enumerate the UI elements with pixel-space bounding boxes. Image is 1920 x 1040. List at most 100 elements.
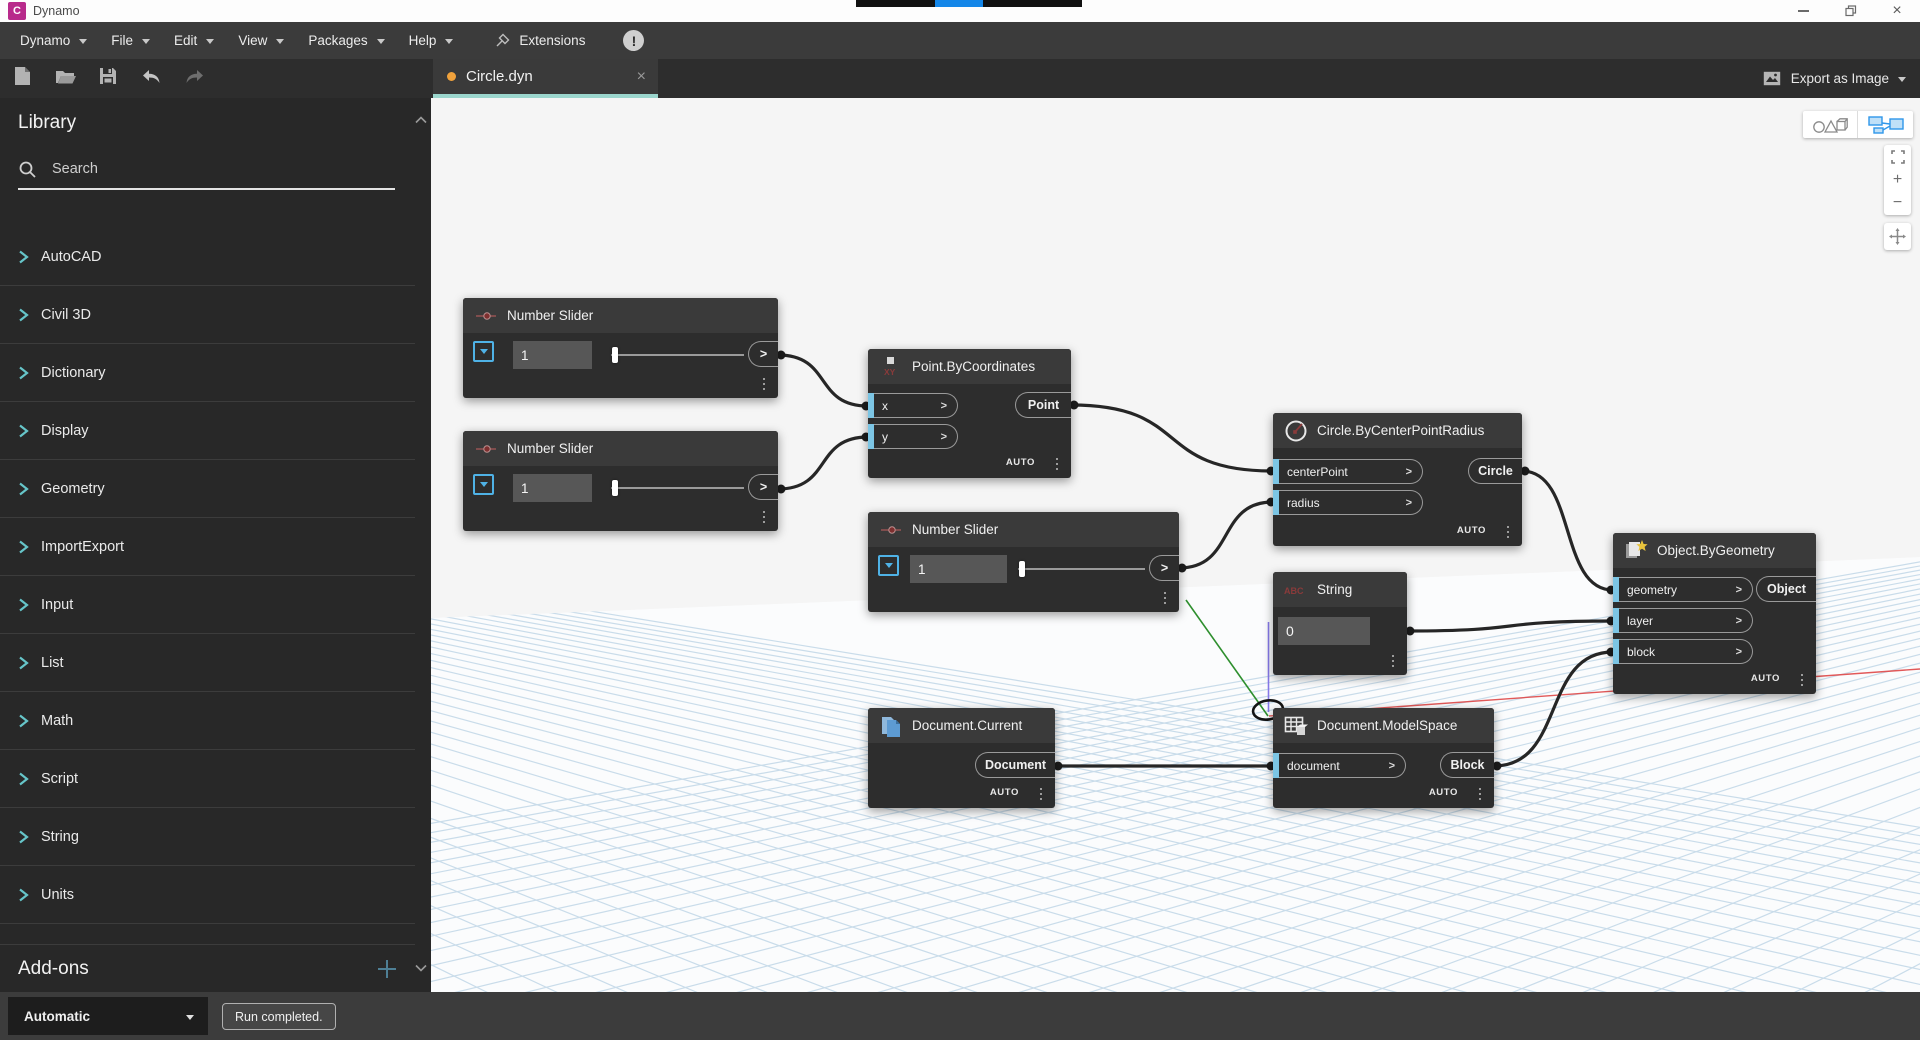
output-port[interactable]: > — [748, 341, 778, 367]
node-number-slider-3[interactable]: Number Slider > — [868, 512, 1179, 612]
input-port-geometry[interactable]: geometry> — [1619, 577, 1753, 602]
library-search[interactable] — [18, 150, 395, 190]
node-context-menu-icon[interactable] — [1507, 526, 1510, 539]
run-mode-dropdown[interactable]: Automatic — [8, 997, 208, 1035]
output-port-circle[interactable]: Circle — [1468, 458, 1522, 484]
node-context-menu-icon[interactable] — [1040, 788, 1043, 801]
slider-dropdown-button[interactable] — [473, 474, 494, 495]
library-category-script[interactable]: Script — [0, 750, 415, 808]
node-header[interactable]: Number Slider — [463, 431, 778, 466]
library-category-math[interactable]: Math — [0, 692, 415, 750]
node-point-bycoordinates[interactable]: XYPoint.ByCoordinatesx>y>PointAUTO — [868, 349, 1071, 478]
node-context-menu-icon[interactable] — [763, 378, 766, 391]
tab-close-icon[interactable]: × — [637, 69, 646, 85]
node-context-menu-icon[interactable] — [1801, 674, 1804, 687]
library-category-importexport[interactable]: ImportExport — [0, 518, 415, 576]
node-document-current[interactable]: Document.CurrentDocumentAUTO — [868, 708, 1055, 808]
save-button[interactable] — [98, 69, 118, 89]
node-context-menu-icon[interactable] — [763, 511, 766, 524]
input-port-y[interactable]: y> — [874, 424, 958, 449]
wire[interactable] — [1179, 502, 1273, 568]
pan-button[interactable] — [1884, 223, 1911, 250]
output-port[interactable]: > — [748, 474, 778, 500]
undo-button[interactable] — [141, 69, 161, 89]
redo-button[interactable] — [184, 69, 204, 89]
slider-value-input[interactable] — [910, 555, 1007, 583]
node-circle-bycenterpointradius[interactable]: Circle.ByCenterPointRadius centerPoint> ra… — [1273, 413, 1522, 546]
node-header[interactable]: XYPoint.ByCoordinates — [868, 349, 1071, 384]
slider-track[interactable] — [1018, 568, 1145, 570]
node-context-menu-icon[interactable] — [1479, 788, 1482, 801]
slider-track[interactable] — [611, 354, 744, 356]
input-port-document[interactable]: document> — [1279, 753, 1406, 778]
input-port-x[interactable]: x> — [874, 393, 958, 418]
library-category-units[interactable]: Units — [0, 866, 415, 924]
wire[interactable] — [1071, 405, 1273, 471]
node-number-slider-2[interactable]: Number Slider > — [463, 431, 778, 531]
scroll-down-icon[interactable] — [413, 960, 429, 976]
input-port-layer[interactable]: layer> — [1619, 608, 1753, 633]
output-port-object[interactable]: Object — [1756, 576, 1816, 602]
menu-item-extensions[interactable]: Extensions — [483, 22, 597, 59]
library-category-dictionary[interactable]: Dictionary — [0, 344, 415, 402]
search-input[interactable] — [52, 161, 352, 177]
node-number-slider-1[interactable]: Number Slider > — [463, 298, 778, 398]
zoom-out-button[interactable]: − — [1884, 192, 1911, 215]
library-category-input[interactable]: Input — [0, 576, 415, 634]
slider-track[interactable] — [611, 487, 744, 489]
wire[interactable] — [778, 437, 868, 489]
zoom-in-button[interactable]: + — [1884, 168, 1911, 191]
node-context-menu-icon[interactable] — [1164, 592, 1167, 605]
input-port-radius[interactable]: radius> — [1279, 490, 1423, 515]
node-document-modelspace[interactable]: Document.ModelSpacedocument>BlockAUTO — [1273, 708, 1494, 808]
node-context-menu-icon[interactable] — [1392, 655, 1395, 668]
scroll-up-icon[interactable] — [413, 112, 429, 128]
slider-value-input[interactable] — [513, 341, 592, 369]
menu-item-dynamo[interactable]: Dynamo — [8, 22, 99, 59]
slider-dropdown-button[interactable] — [473, 341, 494, 362]
notification-icon[interactable]: ! — [623, 30, 644, 51]
library-category-list[interactable]: List — [0, 634, 415, 692]
node-object-bygeometry[interactable]: Object.ByGeometrygeometry>layer>block>Ob… — [1613, 533, 1816, 694]
minimize-button[interactable] — [1788, 0, 1818, 22]
node-context-menu-icon[interactable] — [1056, 458, 1059, 471]
close-button[interactable]: × — [1882, 0, 1912, 22]
output-port-block[interactable]: Block — [1440, 752, 1494, 778]
tab-circle-dyn[interactable]: Circle.dyn × — [433, 59, 658, 98]
output-port[interactable]: > — [1149, 555, 1179, 581]
node-header[interactable]: ABCString — [1273, 572, 1407, 607]
library-category-string[interactable]: String — [0, 808, 415, 866]
output-port-point[interactable]: Point — [1015, 392, 1071, 418]
open-folder-button[interactable] — [55, 69, 75, 89]
export-as-image-button[interactable]: Export as Image — [1763, 59, 1906, 98]
menu-item-packages[interactable]: Packages — [296, 22, 396, 59]
node-header[interactable]: Document.ModelSpace — [1273, 708, 1494, 743]
fit-to-screen-button[interactable] — [1884, 145, 1911, 168]
library-category-autocad[interactable]: AutoCAD — [0, 228, 415, 286]
library-category-civil-3d[interactable]: Civil 3D — [0, 286, 415, 344]
menu-item-file[interactable]: File — [99, 22, 162, 59]
node-header[interactable]: Number Slider — [463, 298, 778, 333]
graph-canvas[interactable]: Number Slider>Number Slider>Number Slide… — [431, 98, 1920, 992]
graph-view-button[interactable] — [1858, 111, 1913, 138]
add-package-button[interactable] — [375, 957, 399, 981]
menu-item-help[interactable]: Help — [397, 22, 466, 59]
slider-handle[interactable] — [612, 480, 618, 496]
node-header[interactable]: Number Slider — [868, 512, 1179, 547]
node-header[interactable]: Circle.ByCenterPointRadius — [1273, 413, 1522, 448]
menu-item-view[interactable]: View — [226, 22, 296, 59]
slider-value-input[interactable] — [513, 474, 592, 502]
new-file-button[interactable] — [12, 69, 32, 89]
library-category-display[interactable]: Display — [0, 402, 415, 460]
library-category-geometry[interactable]: Geometry — [0, 460, 415, 518]
node-header[interactable]: Document.Current — [868, 708, 1055, 743]
output-port-document[interactable]: Document — [975, 752, 1055, 778]
slider-handle[interactable] — [612, 347, 618, 363]
node-string[interactable]: ABCString — [1273, 572, 1407, 675]
node-header[interactable]: Object.ByGeometry — [1613, 533, 1816, 568]
menu-item-edit[interactable]: Edit — [162, 22, 226, 59]
slider-dropdown-button[interactable] — [878, 555, 899, 576]
geometry-view-button[interactable] — [1803, 111, 1858, 138]
restore-button[interactable] — [1836, 0, 1866, 22]
input-port-centerPoint[interactable]: centerPoint> — [1279, 459, 1423, 484]
